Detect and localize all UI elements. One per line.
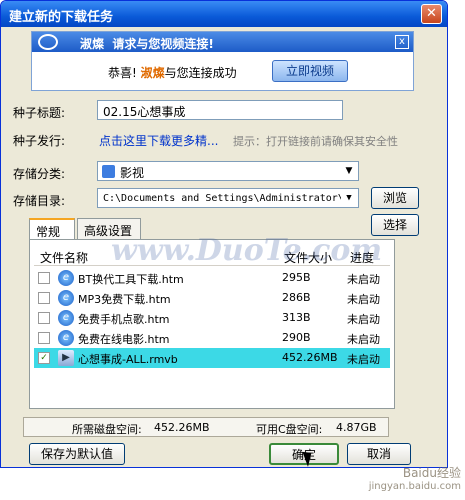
duote-watermark: www.DuoTe.com <box>111 233 383 268</box>
baidu-watermark: Baidu经验 jingyan.baidu.com <box>368 466 461 492</box>
ie-file-icon: e <box>58 270 74 286</box>
ie-file-icon: e <box>58 330 74 346</box>
file-size: 286B <box>282 291 311 304</box>
category-label: 存储分类: <box>13 167 66 181</box>
title-bar[interactable]: 建立新的下载任务 ✕ <box>1 1 447 27</box>
banner-header: 淑燦 请求与您视频连接! x <box>32 32 413 52</box>
required-space-label: 所需磁盘空间: <box>72 423 142 436</box>
directory-value: C:\Documents and Settings\Administrator\… <box>103 193 350 204</box>
file-checkbox[interactable] <box>38 292 50 304</box>
file-status: 未启动 <box>347 313 380 326</box>
seed-title-input[interactable]: 02.15心想事成 <box>97 100 343 120</box>
chat-logo-icon <box>38 34 58 50</box>
table-row[interactable]: e MP3免费下载.htm 286B 未启动 <box>34 288 390 308</box>
ie-file-icon: e <box>58 310 74 326</box>
file-checkbox[interactable] <box>38 312 50 324</box>
file-status: 未启动 <box>347 353 380 366</box>
available-space-value: 4.87GB <box>336 421 377 434</box>
category-dropdown[interactable]: 影视 ▼ <box>97 161 359 181</box>
available-space-label: 可用C盘空间: <box>256 423 323 436</box>
required-space-value: 452.26MB <box>154 421 210 434</box>
movie-file-icon: ▶ <box>58 350 74 366</box>
close-button[interactable]: ✕ <box>421 4 442 24</box>
tab-general[interactable]: 常规 <box>29 218 75 241</box>
file-size: 452.26MB <box>282 351 338 364</box>
banner-headline: 淑燦 请求与您视频连接! <box>80 37 214 51</box>
table-row[interactable]: e 免费手机点歌.htm 313B 未启动 <box>34 308 390 328</box>
window-title: 建立新的下载任务 <box>9 10 114 25</box>
safety-hint: 提示：打开链接前请确保其安全性 <box>233 135 398 148</box>
file-name: MP3免费下载.htm <box>78 293 171 306</box>
file-size: 295B <box>282 271 311 284</box>
file-name: 心想事成-ALL.rmvb <box>78 353 178 366</box>
video-folder-icon <box>102 165 115 178</box>
column-header-name[interactable]: 文件名称 <box>40 249 88 266</box>
category-value: 影视 <box>120 166 145 180</box>
file-name: 免费手机点歌.htm <box>78 313 170 326</box>
file-status: 未启动 <box>347 293 380 306</box>
save-default-button[interactable]: 保存为默认值 <box>29 443 125 465</box>
file-checkbox-checked[interactable]: ✓ <box>38 352 50 364</box>
cancel-button[interactable]: 取消 <box>347 443 411 465</box>
table-row-selected[interactable]: ✓ ▶ 心想事成-ALL.rmvb 452.26MB 未启动 <box>34 348 390 368</box>
browse-button[interactable]: 浏览 <box>371 187 419 209</box>
chevron-down-icon[interactable]: ▼ <box>341 190 357 206</box>
watch-video-button[interactable]: 立即视频 <box>272 60 348 82</box>
file-name: 免费在线电影.htm <box>78 333 170 346</box>
directory-label: 存储目录: <box>13 194 66 208</box>
chevron-down-icon[interactable]: ▼ <box>341 163 357 179</box>
table-row[interactable]: e BT换代工具下载.htm 295B 未启动 <box>34 268 390 288</box>
ie-file-icon: e <box>58 290 74 306</box>
banner-message: 恭喜! 淑燦与您连接成功 <box>108 66 237 80</box>
file-status: 未启动 <box>347 333 380 346</box>
file-size: 290B <box>282 331 311 344</box>
file-size: 313B <box>282 311 311 324</box>
more-downloads-link[interactable]: 点击这里下载更多精... <box>99 132 218 149</box>
disk-space-status: 所需磁盘空间: 452.26MB 可用C盘空间: 4.87GB <box>23 417 389 437</box>
file-name: BT换代工具下载.htm <box>78 273 184 286</box>
directory-dropdown[interactable]: C:\Documents and Settings\Administrator\… <box>97 188 359 208</box>
file-status: 未启动 <box>347 273 380 286</box>
file-checkbox[interactable] <box>38 272 50 284</box>
download-task-dialog: 建立新的下载任务 ✕ 淑燦 请求与您视频连接! x 恭喜! 淑燦与您连接成功 立… <box>0 0 448 468</box>
banner-close-icon[interactable]: x <box>395 35 409 49</box>
video-chat-banner: 淑燦 请求与您视频连接! x 恭喜! 淑燦与您连接成功 立即视频 <box>31 31 414 91</box>
file-checkbox[interactable] <box>38 332 50 344</box>
seed-publish-label: 种子发行: <box>13 134 66 148</box>
seed-title-label: 种子标题: <box>13 106 66 120</box>
table-row[interactable]: e 免费在线电影.htm 290B 未启动 <box>34 328 390 348</box>
